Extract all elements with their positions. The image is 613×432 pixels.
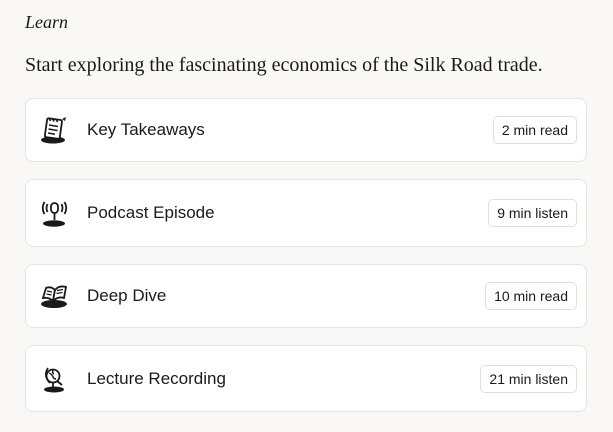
intro-text: Start exploring the fascinating economic… (25, 54, 543, 76)
learn-page: Learn Start exploring the fascinating ec… (0, 0, 613, 432)
duration-badge: 21 min listen (480, 364, 577, 393)
learn-item-title: Lecture Recording (87, 368, 226, 388)
duration-badge: 10 min read (485, 282, 577, 310)
learn-item-lecture-recording[interactable]: Lecture Recording 21 min listen (25, 345, 587, 412)
duration-badge: 2 min read (492, 116, 577, 144)
learn-item-title: Podcast Episode (87, 203, 215, 222)
duration-badge: 9 min listen (488, 199, 577, 227)
learn-item-title: Deep Dive (87, 286, 167, 305)
learn-item-podcast-episode[interactable]: Podcast Episode 9 min listen (25, 179, 587, 247)
lecture-globe-icon (40, 364, 70, 394)
open-book-icon (40, 281, 70, 311)
section-label: Learn (25, 12, 69, 32)
podcast-icon (40, 198, 70, 228)
notepad-icon (40, 115, 70, 145)
learn-item-key-takeaways[interactable]: Key Takeaways 2 min read (25, 98, 587, 162)
learn-item-deep-dive[interactable]: Deep Dive 10 min read (25, 264, 587, 328)
learn-item-title: Key Takeaways (87, 120, 205, 139)
